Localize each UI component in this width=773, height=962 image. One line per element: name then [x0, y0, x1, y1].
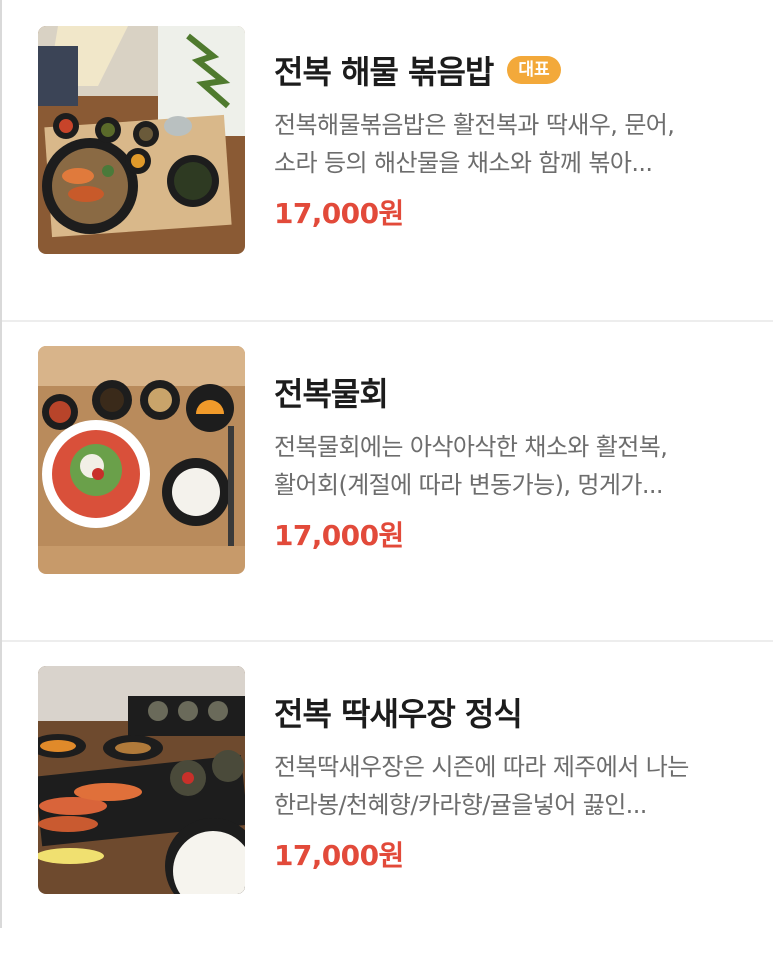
menu-item-info: 전복물회 전복물회에는 아삭아삭한 채소와 활전복, 활어회(계절에 따라 변동… [274, 370, 754, 554]
menu-item-price: 17,000원 [274, 519, 404, 552]
menu-item-name: 전복물회 [274, 375, 389, 413]
description-line-2: 한라봉/천혜향/카라향/귤을넣어 끓인... [274, 791, 647, 819]
menu-item-photo [38, 346, 245, 574]
description-line-2: 소라 등의 해산물을 채소와 함께 볶아... [274, 149, 653, 177]
shrimp-set-photo-image [38, 666, 245, 894]
menu-item-price: 17,000원 [274, 197, 404, 230]
menu-item-shrimp-set[interactable]: 전복 딱새우장 정식 전복딱새우장은 시즌에 따라 제주에서 나는 한라봉/천혜… [2, 640, 773, 962]
signature-badge: 대표 [507, 56, 561, 84]
menu-item-description: 전복딱새우장은 시즌에 따라 제주에서 나는 한라봉/천혜향/카라향/귤을넣어 … [274, 748, 754, 824]
description-line-2: 활어회(계절에 따라 변동가능), 멍게가... [274, 471, 664, 499]
description-line-1: 전복딱새우장은 시즌에 따라 제주에서 나는 [274, 753, 689, 781]
menu-item-name: 전복 딱새우장 정식 [274, 695, 523, 733]
mulhoe-photo-image [38, 346, 245, 574]
menu-item-name: 전복 해물 볶음밥 [274, 53, 494, 91]
menu-item-fried-rice[interactable]: 전복 해물 볶음밥 대표 전복해물볶음밥은 활전복과 딱새우, 문어, 소라 등… [2, 0, 773, 320]
menu-item-mulhoe[interactable]: 전복물회 전복물회에는 아삭아삭한 채소와 활전복, 활어회(계절에 따라 변동… [2, 320, 773, 642]
menu-item-description: 전복물회에는 아삭아삭한 채소와 활전복, 활어회(계절에 따라 변동가능), … [274, 428, 754, 504]
description-line-1: 전복해물볶음밥은 활전복과 딱새우, 문어, [274, 111, 675, 139]
menu-item-photo [38, 666, 245, 894]
description-line-1: 전복물회에는 아삭아삭한 채소와 활전복, [274, 433, 668, 461]
menu-item-info: 전복 딱새우장 정식 전복딱새우장은 시즌에 따라 제주에서 나는 한라봉/천혜… [274, 690, 754, 874]
menu-item-title-row: 전복 딱새우장 정식 [274, 690, 754, 734]
menu-item-info: 전복 해물 볶음밥 대표 전복해물볶음밥은 활전복과 딱새우, 문어, 소라 등… [274, 48, 754, 232]
menu-item-photo [38, 26, 245, 254]
menu-item-title-row: 전복 해물 볶음밥 대표 [274, 48, 754, 92]
menu-item-price: 17,000원 [274, 839, 404, 872]
menu-item-title-row: 전복물회 [274, 370, 754, 414]
menu-item-description: 전복해물볶음밥은 활전복과 딱새우, 문어, 소라 등의 해산물을 채소와 함께… [274, 106, 754, 182]
fried-rice-photo-image [38, 26, 245, 254]
